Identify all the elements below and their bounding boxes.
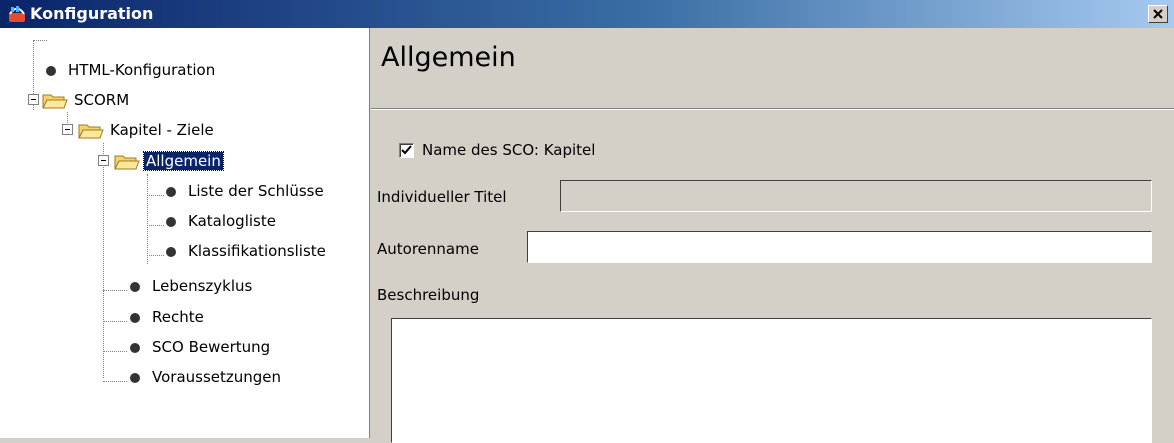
leaf-bullet-icon: [166, 186, 176, 197]
autorenname-input[interactable]: [527, 231, 1152, 263]
checkmark-icon: [401, 145, 412, 155]
leaf-bullet-icon: [130, 372, 140, 383]
sco-name-checkbox[interactable]: [399, 143, 414, 158]
config-tree[interactable]: HTML-Konfiguration SCORM Kapitel - Ziele…: [0, 28, 370, 438]
leaf-bullet-icon: [130, 342, 140, 353]
individueller-titel-input[interactable]: [560, 180, 1152, 212]
sco-name-checkbox-row[interactable]: Name des SCO: Kapitel: [399, 140, 595, 160]
beschreibung-textarea[interactable]: [391, 318, 1152, 443]
leaf-bullet-icon: [166, 216, 176, 227]
tree-item-allgemein[interactable]: Allgemein: [114, 149, 224, 173]
tree-item-scorm[interactable]: SCORM: [42, 88, 131, 112]
folder-open-icon: [42, 94, 68, 108]
leaf-bullet-icon: [130, 312, 140, 323]
tree-item-lebenszyklus[interactable]: Lebenszyklus: [130, 274, 254, 298]
folder-open-icon: [114, 155, 140, 169]
tree-item-rechte[interactable]: Rechte: [130, 305, 206, 329]
tree-item-liste-der-schluessel[interactable]: Liste der Schlüsse: [166, 179, 326, 203]
tree-item-kapitel-ziele[interactable]: Kapitel - Ziele: [78, 118, 216, 142]
collapse-allgemein-toggle[interactable]: [98, 155, 109, 166]
tree-item-voraussetzungen[interactable]: Voraussetzungen: [130, 365, 283, 389]
content-panel: Allgemein Name des SCO: Kapitel Individu…: [371, 28, 1174, 443]
app-logo-icon: [9, 6, 25, 22]
autorenname-label: Autorenname: [377, 240, 479, 258]
individueller-titel-label: Individueller Titel: [377, 188, 507, 206]
sco-name-checkbox-label: Name des SCO: Kapitel: [422, 141, 596, 159]
leaf-bullet-icon: [46, 65, 56, 76]
leaf-bullet-icon: [130, 281, 140, 292]
title-bar: Konfiguration: [0, 0, 1174, 28]
window-title: Konfiguration: [30, 4, 154, 23]
close-icon: [1153, 9, 1163, 19]
close-button[interactable]: [1148, 5, 1168, 23]
leaf-bullet-icon: [166, 246, 176, 257]
page-title: Allgemein: [381, 42, 516, 73]
beschreibung-label: Beschreibung: [377, 286, 480, 304]
collapse-kapitel-toggle[interactable]: [62, 124, 73, 135]
tree-item-html-konfiguration[interactable]: HTML-Konfiguration: [46, 58, 217, 82]
tree-item-katalogliste[interactable]: Katalogliste: [166, 209, 278, 233]
folder-open-icon: [78, 124, 104, 138]
tree-item-klassifikationsliste[interactable]: Klassifikationsliste: [166, 239, 328, 263]
tree-item-sco-bewertung[interactable]: SCO Bewertung: [130, 335, 272, 359]
collapse-scorm-toggle[interactable]: [28, 94, 39, 105]
